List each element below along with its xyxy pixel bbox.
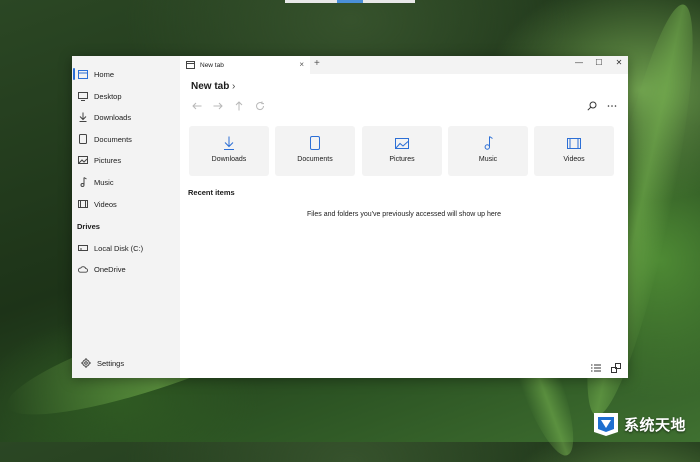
recent-items-title: Recent items — [188, 188, 235, 197]
minimize-button[interactable]: — — [572, 58, 586, 67]
list-view-icon[interactable] — [590, 362, 602, 374]
back-arrow-icon[interactable] — [191, 100, 203, 112]
sidebar-item-documents[interactable]: Documents — [72, 129, 180, 149]
sidebar-item-label: Local Disk (C:) — [94, 243, 144, 253]
tab-new-tab[interactable]: New tab × — [180, 56, 310, 74]
refresh-icon[interactable] — [254, 100, 266, 112]
sidebar-item-label: Home — [94, 69, 115, 79]
settings-label: Settings — [97, 358, 125, 368]
quick-access-tile-pictures[interactable]: Pictures — [362, 126, 442, 176]
more-options-icon[interactable] — [606, 100, 618, 112]
breadcrumb-chevron-icon[interactable]: › — [232, 81, 235, 92]
sidebar-item-label: OneDrive — [94, 264, 126, 274]
up-arrow-icon[interactable] — [233, 100, 245, 112]
page-title: New tab — [191, 81, 230, 92]
tab-strip: New tab × + — ☐ ✕ — [180, 56, 628, 74]
sidebar-item-label: Videos — [94, 199, 117, 209]
quick-access-tile-downloads[interactable]: Downloads — [189, 126, 269, 176]
sidebar-item-local-disk[interactable]: Local Disk (C:) — [72, 238, 180, 258]
quick-access-tile-videos[interactable]: Videos — [534, 126, 614, 176]
picture-icon — [395, 136, 409, 150]
close-window-button[interactable]: ✕ — [612, 58, 626, 67]
document-icon — [78, 134, 88, 144]
sidebar-item-label: Documents — [94, 134, 132, 144]
sidebar-item-desktop[interactable]: Desktop — [72, 86, 180, 106]
watermark-logo-icon — [594, 413, 618, 436]
drives-section-title: Drives — [77, 222, 100, 231]
tile-view-icon[interactable] — [610, 362, 622, 374]
new-tab-button[interactable]: + — [314, 58, 320, 69]
tab-window-icon — [186, 61, 195, 70]
sidebar-item-onedrive[interactable]: OneDrive — [72, 259, 180, 279]
sidebar-item-label: Music — [94, 177, 114, 187]
music-icon — [78, 177, 88, 187]
file-explorer-window: Home Desktop Downloads Documents Picture… — [72, 56, 628, 378]
sidebar-item-label: Downloads — [94, 112, 132, 122]
taskbar-preview-strip — [285, 0, 415, 3]
tile-label: Downloads — [211, 156, 247, 163]
maximize-button[interactable]: ☐ — [592, 58, 606, 67]
drive-icon — [78, 243, 88, 253]
quick-access-tile-documents[interactable]: Documents — [275, 126, 355, 176]
tab-label: New tab — [200, 61, 224, 69]
close-tab-icon[interactable]: × — [299, 60, 304, 69]
download-icon — [78, 112, 88, 122]
forward-arrow-icon[interactable] — [212, 100, 224, 112]
video-icon — [78, 199, 88, 209]
sidebar-item-label: Pictures — [94, 155, 122, 165]
tile-label: Documents — [297, 156, 333, 163]
quick-access-tile-music[interactable]: Music — [448, 126, 528, 176]
tile-label: Music — [478, 156, 498, 163]
cloud-icon — [78, 264, 88, 274]
recent-items-empty-message: Files and folders you've previously acce… — [307, 211, 501, 218]
search-icon[interactable] — [586, 100, 598, 112]
document-icon — [308, 136, 322, 150]
gear-icon — [81, 358, 91, 368]
download-icon — [222, 136, 236, 150]
picture-icon — [78, 155, 88, 165]
sidebar-item-downloads[interactable]: Downloads — [72, 107, 180, 127]
sidebar-item-label: Desktop — [94, 91, 122, 101]
home-icon — [78, 69, 88, 79]
sidebar: Home Desktop Downloads Documents Picture… — [72, 56, 180, 378]
sidebar-item-videos[interactable]: Videos — [72, 194, 180, 214]
desktop-icon — [78, 91, 88, 101]
watermark: 系统天地 — [592, 409, 696, 439]
music-icon — [481, 136, 495, 150]
tile-label: Pictures — [389, 156, 415, 163]
sidebar-item-home[interactable]: Home — [72, 64, 180, 84]
watermark-text: 系统天地 — [624, 415, 687, 434]
settings-button[interactable]: Settings — [72, 353, 180, 373]
sidebar-item-pictures[interactable]: Pictures — [72, 150, 180, 170]
tile-label: Videos — [563, 156, 585, 163]
video-icon — [567, 136, 581, 150]
main-pane: New tab × + — ☐ ✕ New tab › Downloads Do… — [180, 56, 628, 378]
sidebar-item-music[interactable]: Music — [72, 172, 180, 192]
